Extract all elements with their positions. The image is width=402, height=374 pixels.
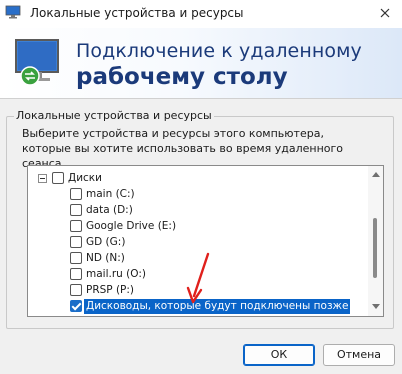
drive-checkbox[interactable]: [70, 204, 82, 216]
drive-checkbox[interactable]: [70, 284, 82, 296]
tree-item-main-c[interactable]: main (C:): [28, 187, 368, 203]
banner-title-line2: рабочему столу: [76, 64, 288, 90]
scroll-up-icon[interactable]: [372, 172, 380, 177]
scroll-down-icon[interactable]: [372, 304, 380, 309]
drive-label: PRSP (P:): [86, 284, 135, 296]
cancel-button[interactable]: Отмена: [323, 344, 395, 366]
tree-root-label: Диски: [68, 172, 102, 184]
tree-scrollbar[interactable]: [368, 166, 383, 316]
drive-label: Google Drive (E:): [86, 220, 177, 232]
window-title: Локальные устройства и ресурсы: [30, 6, 244, 20]
tree-item-gd-g[interactable]: GD (G:): [28, 235, 368, 251]
tree-root-disks[interactable]: Диски: [28, 171, 368, 187]
close-icon[interactable]: [372, 2, 398, 26]
header-banner: Подключение к удаленному рабочему столу: [0, 28, 402, 98]
tree-item-google-drive-e[interactable]: Google Drive (E:): [28, 219, 368, 235]
drive-label: ND (N:): [86, 252, 125, 264]
drive-label: main (C:): [86, 188, 135, 200]
drive-label: mail.ru (O:): [86, 268, 146, 280]
ok-button[interactable]: ОК: [243, 344, 315, 366]
header-divider: [0, 98, 402, 99]
drive-checkbox[interactable]: [70, 236, 82, 248]
drive-checkbox[interactable]: [70, 188, 82, 200]
drive-checkbox[interactable]: [70, 268, 82, 280]
collapse-icon[interactable]: [38, 174, 47, 183]
tree-item-data-d[interactable]: data (D:): [28, 203, 368, 219]
group-label: Локальные устройства и ресурсы: [14, 109, 214, 122]
red-arrow-annotation: [186, 252, 210, 304]
drive-checkbox[interactable]: [70, 220, 82, 232]
scroll-thumb[interactable]: [373, 218, 377, 278]
title-bar: Локальные устройства и ресурсы: [0, 0, 402, 28]
later-drives-checkbox[interactable]: [70, 300, 82, 312]
disks-checkbox[interactable]: [52, 172, 64, 184]
window-app-icon: [5, 5, 21, 19]
banner-title-line1: Подключение к удаленному: [76, 40, 362, 62]
drive-label: GD (G:): [86, 236, 126, 248]
remote-desktop-icon: [15, 39, 59, 86]
drive-label: data (D:): [86, 204, 133, 216]
drive-checkbox[interactable]: [70, 252, 82, 264]
